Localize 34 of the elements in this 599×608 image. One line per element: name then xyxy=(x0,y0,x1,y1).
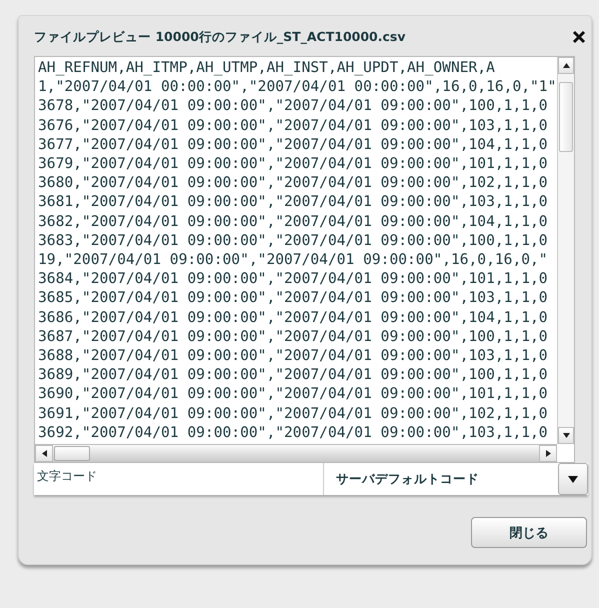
csv-line: 3685,"2007/04/01 09:00:00","2007/04/01 09:00:00",103,1,1,0 xyxy=(38,288,549,308)
csv-line: 3676,"2007/04/01 09:00:00","2007/04/01 09:00:00",103,1,1,0 xyxy=(38,116,549,135)
csv-line: 3687,"2007/04/01 09:00:00","2007/04/01 09:00:00",100,1,1,0 xyxy=(38,326,549,346)
csv-line: 19,"2007/04/01 09:00:00","2007/04/01 09:00:00",16,0,16,0," xyxy=(38,250,549,270)
up-arrow-icon xyxy=(562,63,570,68)
csv-line: 3691,"2007/04/01 09:00:00","2007/04/01 09:00:00",102,1,1,0 xyxy=(38,404,549,423)
caret-icon xyxy=(568,476,578,482)
close-icon[interactable] xyxy=(572,30,586,44)
csv-line: 3692,"2007/04/01 09:00:00","2007/04/01 09:00:00",103,1,1,0 xyxy=(38,422,549,442)
csv-line: AH_REFNUM,AH_ITMP,AH_UTMP,AH_INST,AH_UPDT,AH_OWNER,A xyxy=(38,58,496,78)
close-button[interactable]: 閉じる xyxy=(471,517,587,548)
right-arrow-icon xyxy=(546,450,550,457)
csv-line: 3690,"2007/04/01 09:00:00","2007/04/01 09:00:00",101,1,1,0 xyxy=(38,384,549,404)
scrollbar-thumb[interactable] xyxy=(54,446,90,461)
csv-line: 3677,"2007/04/01 09:00:00","2007/04/01 09:00:00",104,1,1,0 xyxy=(38,134,549,154)
csv-line: 3683,"2007/04/01 09:00:00","2007/04/01 09:00:00",100,1,1,0 xyxy=(38,230,549,250)
encoding-label: 文字コード xyxy=(36,468,98,485)
dropdown-button[interactable] xyxy=(558,463,588,495)
dialog-title: ファイルプレビュー 10000行のファイル_ST_ACT10000.csv xyxy=(34,28,406,46)
csv-line: 3684,"2007/04/01 09:00:00","2007/04/01 09:00:00",101,1,1,0 xyxy=(38,269,549,288)
csv-line: 3689,"2007/04/01 09:00:00","2007/04/01 09:00:00",100,1,1,0 xyxy=(38,365,549,384)
vertical-scrollbar[interactable] xyxy=(557,57,574,444)
scrollbar-thumb[interactable] xyxy=(559,82,573,152)
horizontal-scrollbar[interactable] xyxy=(35,444,557,462)
csv-line: 3681,"2007/04/01 09:00:00","2007/04/01 09:00:00",103,1,1,0 xyxy=(38,192,549,212)
csv-line: 1,"2007/04/01 00:00:00","2007/04/01 00:00:00",16,0,16,0,"1" xyxy=(38,77,557,96)
csv-line: 3680,"2007/04/01 09:00:00","2007/04/01 09:00:00",102,1,1,0 xyxy=(38,173,549,192)
down-arrow-icon xyxy=(562,433,570,438)
left-arrow-icon xyxy=(42,450,46,457)
csv-line: 3682,"2007/04/01 09:00:00","2007/04/01 09:00:00",104,1,1,0 xyxy=(38,212,549,231)
csv-line: 3679,"2007/04/01 09:00:00","2007/04/01 09:00:00",101,1,1,0 xyxy=(38,154,549,174)
csv-line: 3688,"2007/04/01 09:00:00","2007/04/01 09:00:00",103,1,1,0 xyxy=(38,346,549,366)
csv-line: 3678,"2007/04/01 09:00:00","2007/04/01 09:00:00",100,1,1,0 xyxy=(38,96,549,116)
csv-line: 3686,"2007/04/01 09:00:00","2007/04/01 09:00:00",104,1,1,0 xyxy=(38,308,549,327)
